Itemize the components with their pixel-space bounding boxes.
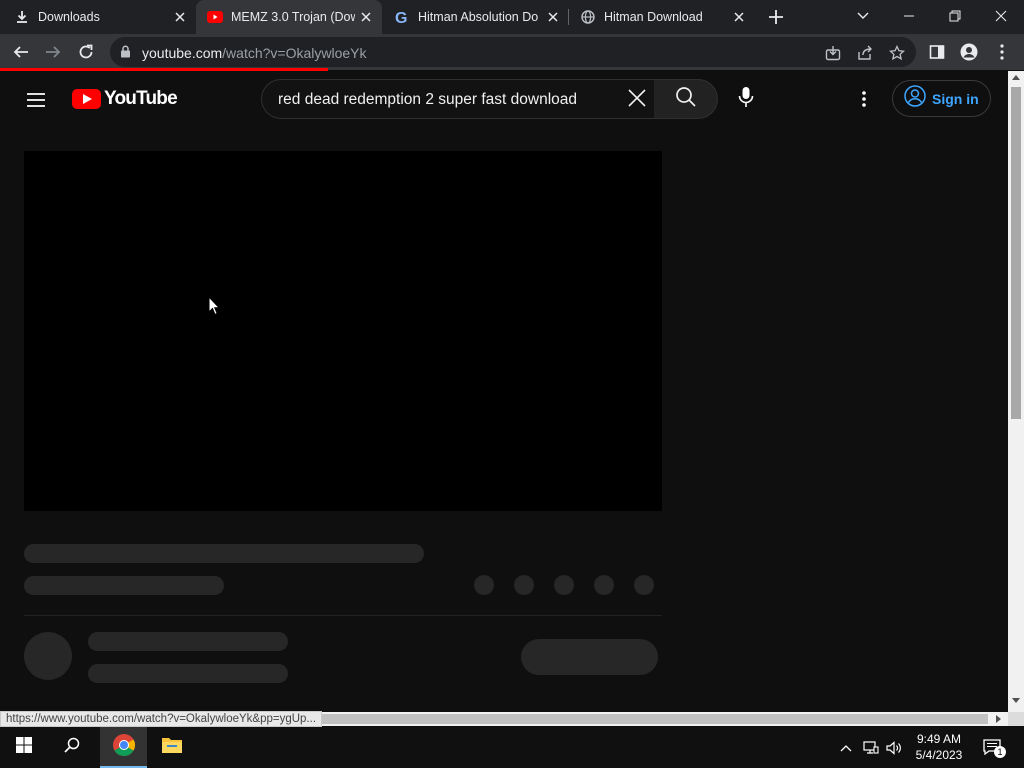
close-window-button[interactable] [989,4,1013,28]
scrollbar-thumb[interactable] [1011,87,1021,419]
youtube-page: YouTube red dead redemption 2 super fast… [0,71,1008,712]
video-player[interactable] [24,151,662,511]
channel-subs-placeholder [88,664,288,683]
youtube-icon [207,9,223,25]
notification-icon: 1 [983,738,1006,758]
tab-search-chevron-down-icon[interactable] [851,4,875,28]
scrollbar-corner [1008,712,1024,726]
video-meta-placeholder [24,576,224,595]
tab-downloads[interactable]: Downloads [0,0,196,34]
action-placeholder [634,575,654,595]
tab-title: Hitman Download [604,10,703,24]
taskbar-file-explorer[interactable] [148,727,195,768]
youtube-wordmark: YouTube [104,88,178,109]
folder-icon [161,736,183,759]
install-app-icon[interactable] [824,44,842,62]
action-placeholder [594,575,614,595]
tab-memz-trojan[interactable]: MEMZ 3.0 Trojan (Dow [196,0,382,34]
status-bubble: https://www.youtube.com/watch?v=Okalywlo… [0,711,323,727]
search-query-text: red dead redemption 2 super fast downloa… [278,91,578,108]
volume-icon[interactable] [883,727,905,768]
subscribe-button-placeholder [521,639,658,675]
divider [24,615,662,616]
account-circle-icon [904,85,926,112]
new-tab-button[interactable] [767,8,785,26]
sign-in-button[interactable]: Sign in [892,80,991,117]
forward-button[interactable] [42,41,64,63]
hamburger-menu-icon[interactable] [24,88,48,112]
tab-title: Downloads [38,10,100,24]
clock-time: 9:49 AM [916,732,962,746]
action-placeholder [554,575,574,595]
sign-in-label: Sign in [932,90,979,107]
address-bar[interactable]: youtube.com/watch?v=OkalywloeYk [110,37,916,67]
clock-date: 5/4/2023 [915,748,963,762]
lock-icon[interactable] [120,45,131,63]
close-icon[interactable] [731,9,747,25]
browser-toolbar: youtube.com/watch?v=OkalywloeYk [0,34,1024,70]
start-button[interactable] [0,727,48,768]
system-clock[interactable]: 9:49 AM 5/4/2023 [906,731,972,763]
close-icon[interactable] [545,9,561,25]
minimize-button[interactable] [897,4,921,28]
youtube-logo[interactable]: YouTube [72,88,178,110]
voice-search-button[interactable] [726,79,766,119]
tab-title: MEMZ 3.0 Trojan (Dow [231,10,355,24]
search-button[interactable] [654,79,718,119]
scroll-up-arrow-icon[interactable] [1012,75,1020,80]
bookmark-star-icon[interactable] [888,44,906,62]
show-hidden-icons-chevron-up-icon[interactable] [836,727,856,768]
channel-name-placeholder [88,632,288,651]
scroll-down-arrow-icon[interactable] [1012,698,1020,703]
windows-taskbar: 9:49 AM 5/4/2023 1 [0,727,1024,768]
tab-hitman-download[interactable]: Hitman Download [569,0,755,34]
mouse-cursor-icon [208,295,221,321]
scroll-right-arrow-icon[interactable] [996,715,1001,723]
back-button[interactable] [10,41,32,63]
windows-logo-icon [16,737,32,758]
taskbar-search-button[interactable] [48,727,96,768]
profile-icon[interactable] [958,41,980,63]
url-host: youtube.com [142,45,223,61]
close-icon[interactable] [172,9,188,25]
search-input[interactable]: red dead redemption 2 super fast downloa… [261,79,655,119]
url-text: youtube.com/watch?v=OkalywloeYk [142,45,367,61]
download-icon [14,9,30,25]
chrome-icon [112,733,136,762]
video-title-placeholder [24,544,424,563]
tab-strip: Downloads MEMZ 3.0 Trojan (Dow G Hitman … [0,0,1024,34]
close-icon[interactable] [358,9,374,25]
search-icon [675,86,697,113]
vertical-scrollbar[interactable] [1008,71,1024,712]
action-placeholder [474,575,494,595]
restore-button[interactable] [943,4,967,28]
taskbar-chrome[interactable] [100,727,147,768]
share-icon[interactable] [856,44,874,62]
youtube-play-logo-icon [72,89,101,109]
side-panel-icon[interactable] [926,41,948,63]
reload-button[interactable] [75,41,97,63]
globe-icon [580,9,596,25]
svg-text:G: G [395,10,407,25]
action-center-button[interactable]: 1 [980,727,1006,768]
network-icon[interactable] [860,727,882,768]
notification-count-badge: 1 [994,745,1006,758]
google-icon: G [394,9,410,25]
tab-hitman-absolution[interactable]: G Hitman Absolution Do [382,0,568,34]
chrome-menu-icon[interactable] [991,41,1013,63]
clear-search-icon[interactable] [626,87,648,109]
search-icon [64,737,80,758]
tab-title: Hitman Absolution Do [418,10,539,24]
action-placeholder [514,575,534,595]
url-path: /watch?v=OkalywloeYk [222,45,367,61]
microphone-icon [738,86,754,113]
settings-more-icon[interactable] [852,87,876,111]
channel-avatar-placeholder [24,632,72,680]
